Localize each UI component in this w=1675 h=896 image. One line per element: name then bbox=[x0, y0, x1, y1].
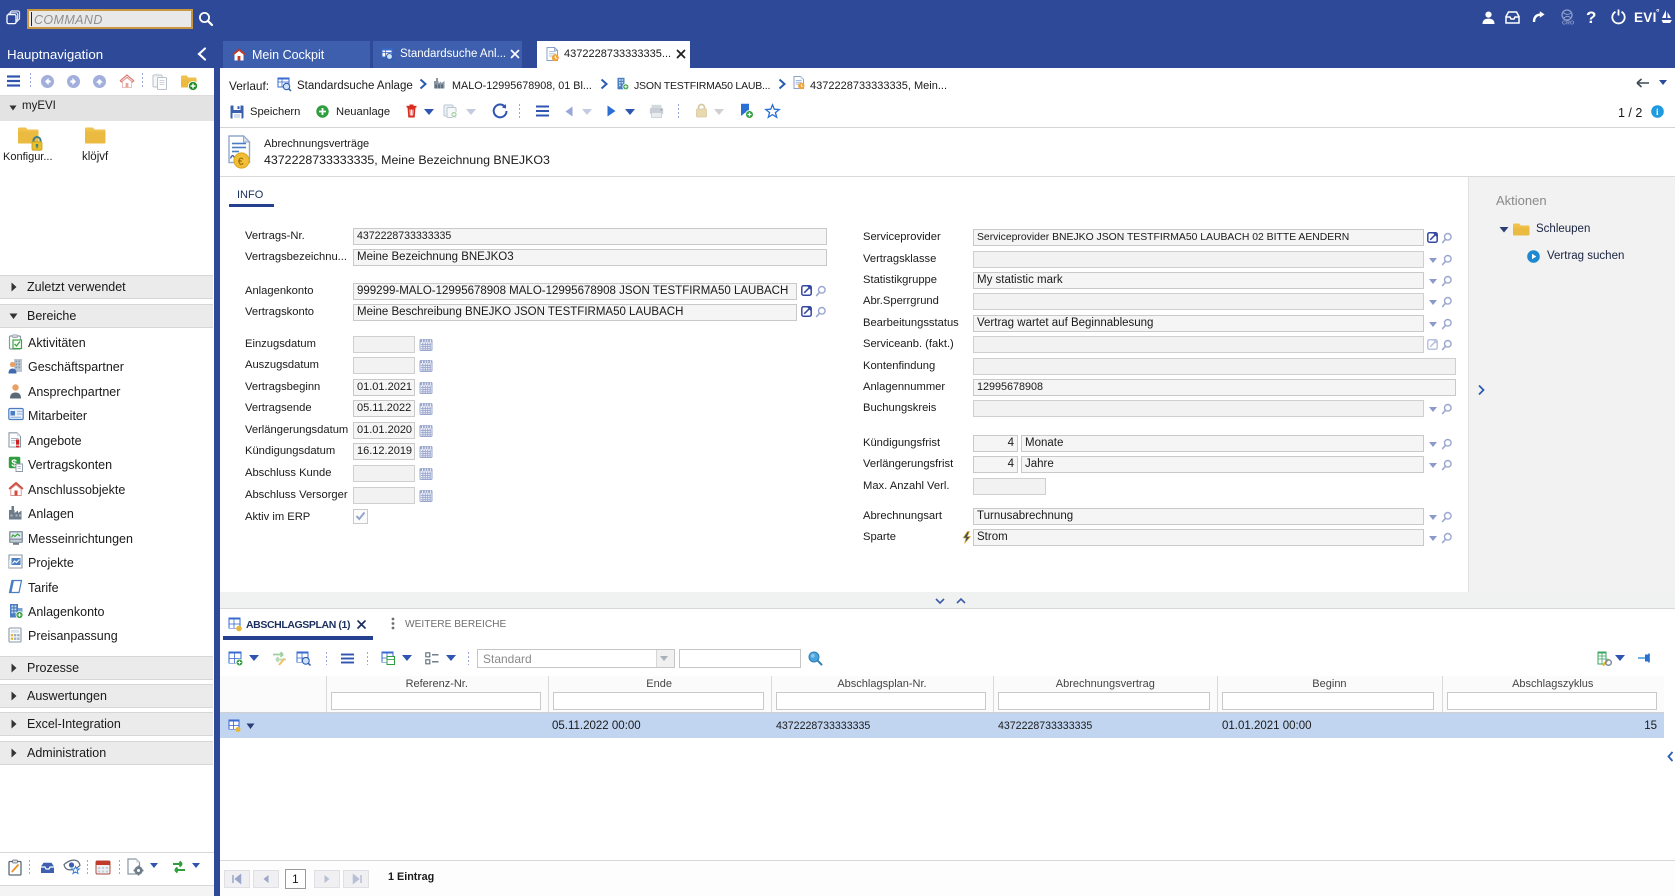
svg-text:CRO: CRO bbox=[1562, 21, 1575, 27]
svg-text:€: € bbox=[238, 156, 244, 168]
